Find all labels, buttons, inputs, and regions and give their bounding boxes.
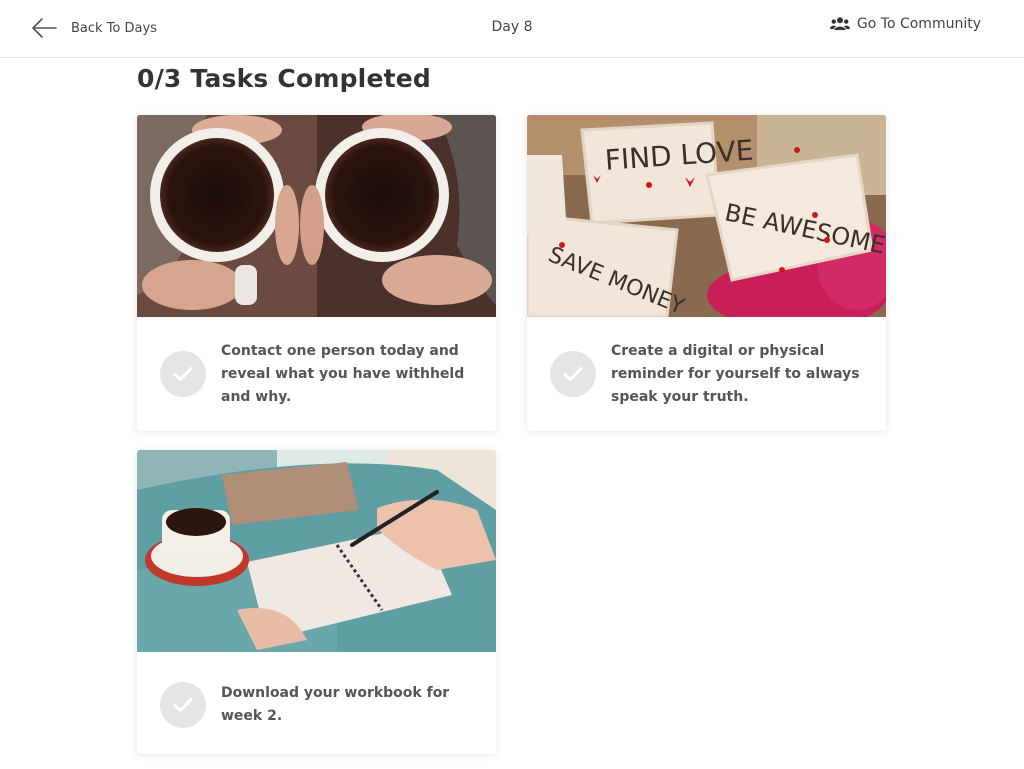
checkmark-icon (173, 367, 193, 381)
go-to-community-label: Go To Community (856, 16, 981, 32)
task-complete-toggle[interactable] (160, 351, 206, 397)
day-title: Day 8 (491, 19, 533, 35)
go-to-community-button[interactable]: Go To Community (829, 16, 981, 32)
task-text: Download your workbook for week 2. (221, 685, 450, 724)
checkmark-icon (563, 367, 583, 381)
task-card-body: Create a digital or physical reminder fo… (527, 317, 886, 431)
task-text: Create a digital or physical reminder fo… (611, 343, 860, 405)
checkmark-icon (173, 698, 193, 712)
task-card[interactable]: FIND LOVE BE AWESOME SAVE MONEY Create a… (527, 115, 886, 431)
task-complete-toggle[interactable] (160, 682, 206, 728)
task-card-body: Download your workbook for week 2. (137, 652, 496, 754)
top-bar: Back To Days Day 8 Go To Community (0, 0, 1024, 58)
task-card[interactable]: Download your workbook for week 2. (137, 450, 496, 754)
workbook-writing-image (137, 450, 496, 652)
back-to-days-label: Back To Days (71, 20, 157, 36)
task-card[interactable]: Contact one person today and reveal what… (137, 115, 496, 431)
back-to-days-button[interactable]: Back To Days (30, 14, 157, 42)
coffee-cups-image (137, 115, 496, 317)
task-text: Contact one person today and reveal what… (221, 343, 465, 405)
task-card-body: Contact one person today and reveal what… (137, 317, 496, 431)
tasks-completed-heading: 0/3 Tasks Completed (137, 64, 432, 93)
users-icon (829, 17, 850, 30)
find-love-notes-image: FIND LOVE BE AWESOME SAVE MONEY (527, 115, 886, 317)
task-complete-toggle[interactable] (550, 351, 596, 397)
arrow-left-icon (32, 18, 57, 38)
